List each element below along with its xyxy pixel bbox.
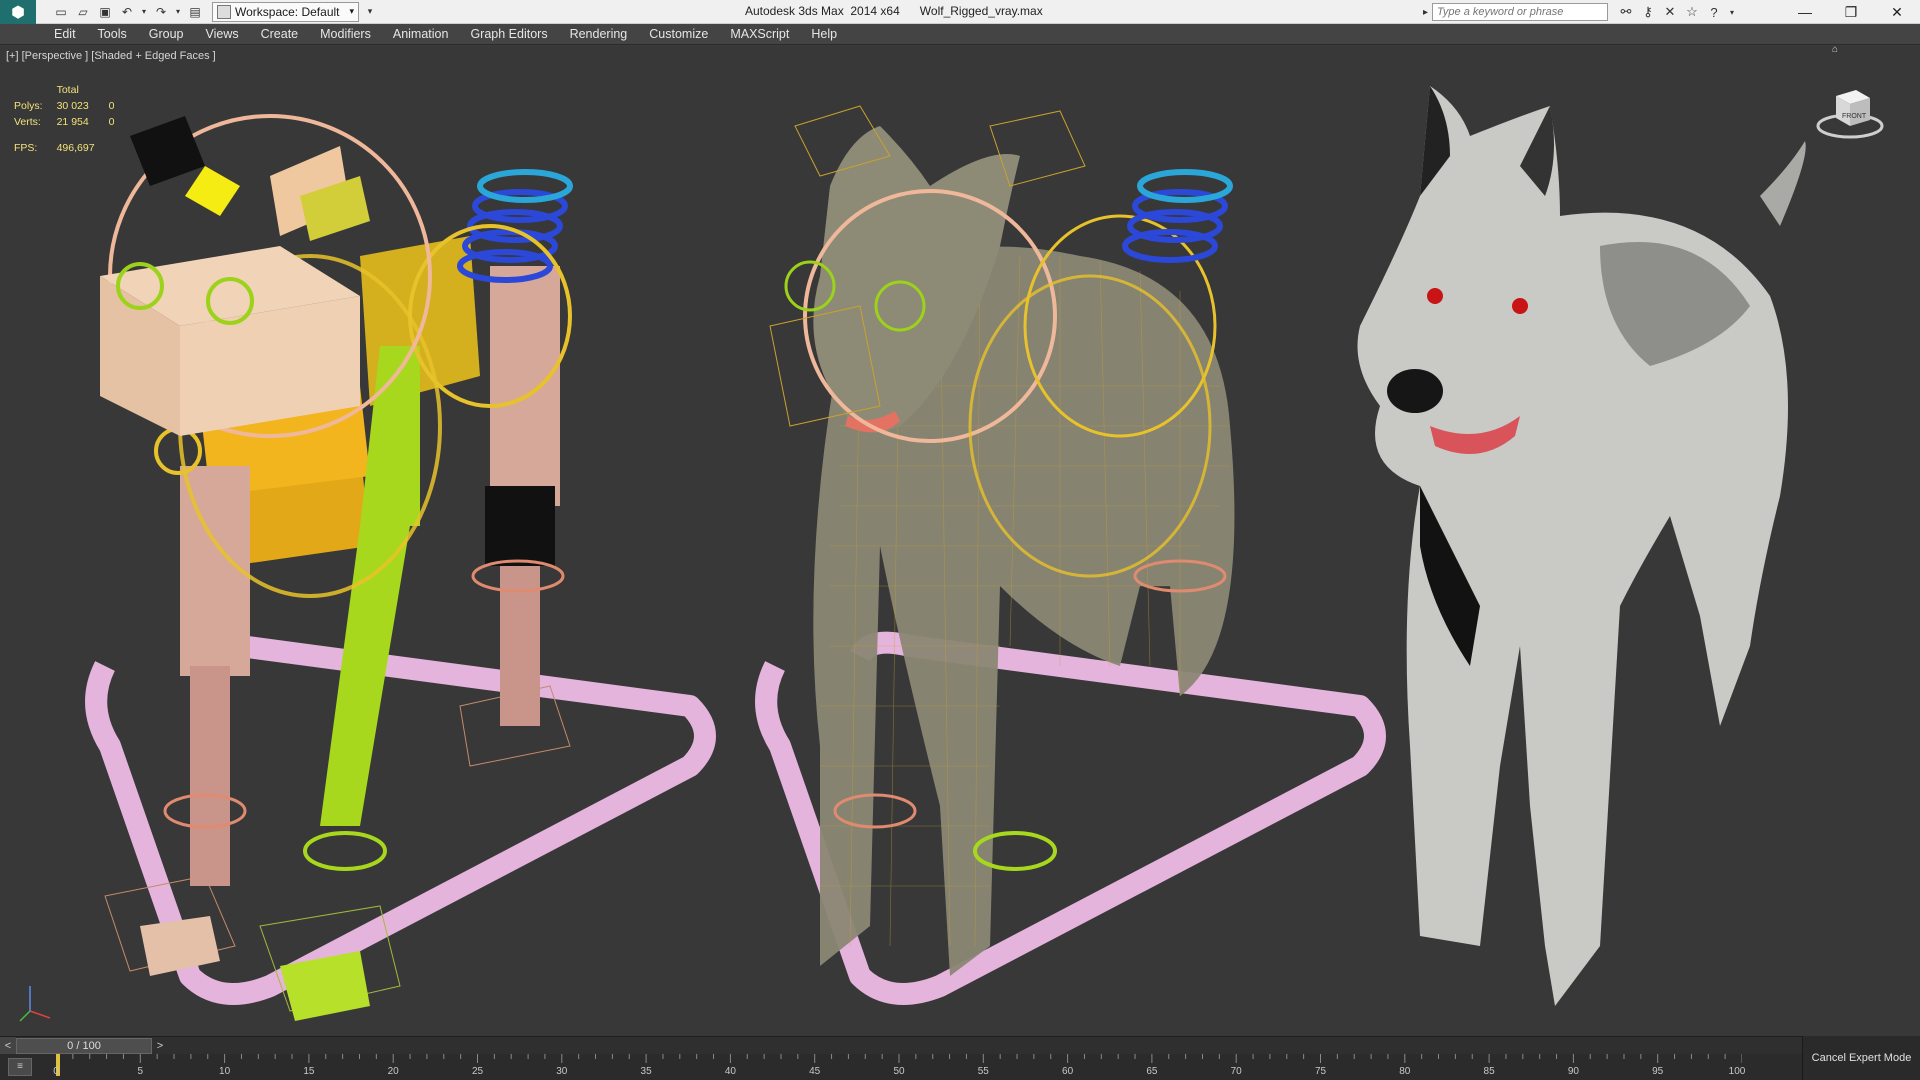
polys-total: 30 023: [56, 100, 89, 112]
timeline-tick-label: 90: [1567, 1066, 1579, 1077]
window-title: Autodesk 3ds Max 2014 x64 Wolf_Rigged_vr…: [745, 4, 1043, 18]
menu-tools[interactable]: Tools: [98, 27, 127, 41]
subscription-key-icon[interactable]: ⚷: [1640, 4, 1656, 20]
timeline-tick-label: 60: [1062, 1066, 1074, 1077]
timeline-tick-label: 50: [893, 1066, 905, 1077]
viewcube[interactable]: FRONT: [1814, 76, 1884, 146]
timeline-tick-label: 45: [809, 1066, 821, 1077]
timeline-tick-label: 0: [53, 1066, 59, 1077]
redo-dropdown-icon[interactable]: ▾: [174, 3, 182, 21]
fps-value: 496,697: [56, 142, 95, 154]
prev-frame-button[interactable]: <: [0, 1037, 16, 1055]
favorites-star-icon[interactable]: ☆: [1684, 4, 1700, 20]
help-dropdown-icon[interactable]: ▾: [1728, 4, 1736, 20]
polys-label: Polys:: [14, 100, 43, 112]
menu-edit[interactable]: Edit: [54, 27, 76, 41]
rig-bones-model[interactable]: [19, 114, 716, 1022]
help-icon[interactable]: ?: [1706, 4, 1722, 20]
timeline-tick-label: 85: [1483, 1066, 1495, 1077]
menu-rendering[interactable]: Rendering: [570, 27, 628, 41]
timeline-tick-label: 75: [1314, 1066, 1327, 1077]
time-slider-thumb[interactable]: 0 / 100: [16, 1038, 152, 1054]
polys-selected: 0: [108, 100, 115, 112]
cancel-expert-mode-button[interactable]: Cancel Expert Mode: [1802, 1036, 1920, 1080]
timeline-tick-label: 100: [1728, 1066, 1746, 1077]
infocenter-toolbar: ⚯ ⚷ ✕ ☆ ? ▾: [1618, 4, 1736, 20]
3dsmax-logo-icon: ⬢: [11, 3, 25, 21]
stats-total-header: Total: [56, 84, 79, 96]
menu-views[interactable]: Views: [205, 27, 238, 41]
timeline-tick-label: 95: [1652, 1066, 1664, 1077]
communication-icon[interactable]: ✕: [1662, 4, 1678, 20]
undo-dropdown-icon[interactable]: ▾: [140, 3, 148, 21]
wolf-wireframe-model[interactable]: [755, 105, 1386, 1005]
chevron-down-icon: ▾: [349, 6, 355, 16]
title-right-area: ▸ ⚯ ⚷ ✕ ☆ ? ▾ — ❐ ✕: [1423, 0, 1920, 24]
timeline-tick-label: 35: [640, 1066, 652, 1077]
menu-group[interactable]: Group: [149, 27, 184, 41]
wolf-rendered-model[interactable]: [1357, 86, 1806, 1006]
quick-access-toolbar: ▭ ▱ ▣ ↶ ▾ ↷ ▾ ▤: [36, 3, 204, 21]
track-bar[interactable]: ≡ 0 5 10 15 20 25 30 35 40 45 50 55 60 65 70 75 80 85 90 95…: [0, 1054, 1920, 1080]
title-bar: ⬢ ▭ ▱ ▣ ↶ ▾ ↷ ▾ ▤ Workspace: Default ▾ ▾…: [0, 0, 1920, 24]
menu-customize[interactable]: Customize: [649, 27, 708, 41]
project-folder-icon[interactable]: ▤: [186, 3, 204, 21]
rear-leg-bone[interactable]: [490, 266, 560, 506]
timeline-tick-label: 15: [303, 1066, 315, 1077]
customize-toolbar-icon[interactable]: ▾: [361, 3, 379, 21]
viewport-label[interactable]: [+] [Perspective ] [Shaded + Edged Faces…: [6, 50, 216, 62]
minimize-button[interactable]: —: [1782, 0, 1828, 24]
workspace-label: Workspace: Default: [235, 4, 340, 19]
timeline-tick-label: 80: [1399, 1066, 1411, 1077]
save-file-icon[interactable]: ▣: [96, 3, 114, 21]
viewport-scene[interactable]: [0, 46, 1920, 1036]
verts-selected: 0: [108, 116, 115, 128]
search-expand-icon[interactable]: ▸: [1423, 7, 1428, 18]
menu-create[interactable]: Create: [261, 27, 299, 41]
timeline-tick-label: 20: [387, 1066, 399, 1077]
open-file-icon[interactable]: ▱: [74, 3, 92, 21]
menu-maxscript[interactable]: MAXScript: [730, 27, 789, 41]
menu-bar: Edit Tools Group Views Create Modifiers …: [0, 24, 1920, 45]
redo-icon[interactable]: ↷: [152, 3, 170, 21]
verts-label: Verts:: [14, 116, 41, 128]
workspace-icon: [217, 4, 231, 19]
viewcube-home-icon[interactable]: ⌂: [1832, 44, 1838, 55]
workspace-dropdown[interactable]: Workspace: Default ▾: [212, 1, 360, 22]
perspective-viewport[interactable]: [+] [Perspective ] [Shaded + Edged Faces…: [0, 44, 1920, 1036]
search-input[interactable]: [1432, 3, 1608, 21]
fps-label: FPS:: [14, 142, 38, 154]
timeline-tick-label: 70: [1230, 1066, 1242, 1077]
time-slider[interactable]: < 0 / 100 >: [0, 1036, 1920, 1055]
timeline-tick-label: 25: [471, 1066, 484, 1077]
timeline-tick-label: 30: [556, 1066, 568, 1077]
menu-modifiers[interactable]: Modifiers: [320, 27, 371, 41]
binoculars-icon[interactable]: ⚯: [1618, 4, 1634, 20]
next-frame-button[interactable]: >: [152, 1037, 168, 1055]
close-button[interactable]: ✕: [1874, 0, 1920, 24]
timeline-tick-label: 55: [977, 1066, 989, 1077]
menu-graph-editors[interactable]: Graph Editors: [470, 27, 547, 41]
curve-editor-toggle-icon[interactable]: ≡: [8, 1058, 32, 1076]
menu-animation[interactable]: Animation: [393, 27, 449, 41]
app-menu-button[interactable]: ⬢: [0, 0, 36, 24]
new-file-icon[interactable]: ▭: [52, 3, 70, 21]
viewcube-face-label: FRONT: [1842, 113, 1867, 120]
viewport-statistics: Total Polys: 30 023 0 Verts: 21 954 0 FP…: [14, 82, 128, 156]
timeline-tick-label: 40: [724, 1066, 736, 1077]
verts-total: 21 954: [56, 116, 89, 128]
restore-button[interactable]: ❐: [1828, 0, 1874, 24]
timeline-ruler[interactable]: 0 5 10 15 20 25 30 35 40 45 50 55 60 65 70 75 80 85 90 95 10…: [53, 1054, 1745, 1080]
menu-help[interactable]: Help: [811, 27, 837, 41]
timeline-tick-label: 10: [219, 1066, 231, 1077]
timeline-tick-label: 65: [1146, 1066, 1158, 1077]
timeline-tick-label: 5: [137, 1066, 144, 1077]
undo-icon[interactable]: ↶: [118, 3, 136, 21]
